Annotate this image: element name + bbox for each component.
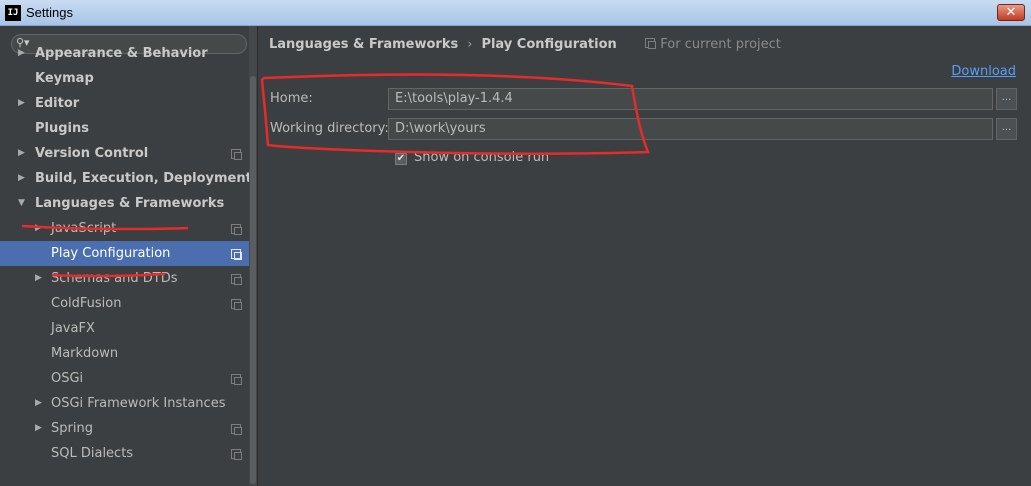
working-directory-label: Working directory: <box>270 121 389 136</box>
breadcrumb: Languages & Frameworks › Play Configuratio… <box>269 37 781 52</box>
window-title: Settings <box>26 5 73 20</box>
sidebar-item[interactable]: SQL Dialects <box>0 441 257 466</box>
project-scope-icon <box>231 299 242 310</box>
sidebar-item-label: Spring <box>51 421 93 436</box>
collapsed-arrow-icon[interactable]: ▶ <box>18 166 25 191</box>
project-scope-icon <box>231 274 242 285</box>
sidebar-item-label: Version Control <box>35 146 149 161</box>
sidebar-item[interactable]: ▶ OSGi Framework Instances <box>0 391 257 416</box>
project-scope-icon <box>645 38 657 49</box>
sidebar-item-label: Appearance & Behavior <box>35 46 208 61</box>
collapsed-arrow-icon[interactable]: ▶ <box>35 266 42 291</box>
collapsed-arrow-icon[interactable]: ▶ <box>35 416 42 441</box>
close-button[interactable]: ✕ <box>997 4 1025 21</box>
sidebar-item[interactable]: ▶ Schemas and DTDs <box>0 266 257 291</box>
title-bar: IJ Settings ✕ <box>0 0 1031 26</box>
sidebar-item[interactable]: Keymap <box>0 66 257 91</box>
collapsed-arrow-icon[interactable]: ▶ <box>18 141 25 166</box>
show-on-console-label[interactable]: Show on console run <box>414 150 549 165</box>
settings-sidebar: ⚲▾ ▶ Appearance & Behavior Keymap ▶ Editor Pl… <box>0 26 257 486</box>
scope-label: For current project <box>660 37 781 52</box>
sidebar-item-label: ColdFusion <box>51 296 122 311</box>
sidebar-item-label: Keymap <box>35 71 94 86</box>
sidebar-item-label: Build, Execution, Deployment <box>35 171 252 186</box>
scope-indicator: For current project <box>645 37 781 52</box>
home-label: Home: <box>270 91 313 106</box>
sidebar-item-label: OSGi <box>51 371 84 386</box>
project-scope-icon <box>231 449 242 460</box>
sidebar-item-label: JavaFX <box>51 321 95 336</box>
sidebar-item[interactable]: ▶ Spring <box>0 416 257 441</box>
collapsed-arrow-icon[interactable]: ▶ <box>35 391 42 416</box>
collapsed-arrow-icon[interactable]: ▶ <box>18 91 25 116</box>
sidebar-item-label: Play Configuration <box>51 246 171 261</box>
breadcrumb-current: Play Configuration <box>481 37 617 52</box>
collapsed-arrow-icon[interactable]: ▶ <box>35 216 42 241</box>
project-scope-icon <box>231 249 242 260</box>
sidebar-item[interactable]: ColdFusion <box>0 291 257 316</box>
sidebar-item[interactable]: ▶ JavaScript <box>0 216 257 241</box>
project-scope-icon <box>231 424 242 435</box>
project-scope-icon <box>231 149 242 160</box>
sidebar-item[interactable]: ▶ Editor <box>0 91 257 116</box>
close-icon: ✕ <box>1005 5 1017 20</box>
download-link[interactable]: Download <box>951 64 1016 79</box>
expanded-arrow-icon[interactable]: ▼ <box>18 191 25 216</box>
sidebar-item[interactable]: OSGi <box>0 366 257 391</box>
project-scope-icon <box>231 374 242 385</box>
sidebar-item[interactable]: ▶ Appearance & Behavior <box>0 41 257 66</box>
breadcrumb-separator: › <box>467 37 473 52</box>
sidebar-item[interactable]: Play Configuration <box>0 241 257 266</box>
home-browse-button[interactable]: ... <box>996 88 1017 110</box>
project-scope-icon <box>231 224 242 235</box>
sidebar-scrollbar-thumb[interactable] <box>250 76 256 484</box>
sidebar-item-label: SQL Dialects <box>51 446 134 461</box>
sidebar-item-label: Schemas and DTDs <box>51 271 178 286</box>
collapsed-arrow-icon[interactable]: ▶ <box>18 41 25 66</box>
show-on-console-checkbox[interactable]: ✔ <box>395 153 407 165</box>
sidebar-item[interactable]: ▼ Languages & Frameworks <box>0 191 257 216</box>
working-directory-browse-button[interactable]: ... <box>996 118 1017 140</box>
home-input[interactable]: E:\tools\play-1.4.4 <box>388 88 993 110</box>
sidebar-item[interactable]: Plugins <box>0 116 257 141</box>
settings-content: Languages & Frameworks › Play Configuratio… <box>258 26 1031 486</box>
intellij-app-icon: IJ <box>5 5 21 21</box>
sidebar-item[interactable]: Markdown <box>0 341 257 366</box>
sidebar-item-label: JavaScript <box>51 221 117 236</box>
sidebar-item-label: Editor <box>35 96 80 111</box>
sidebar-item-label: Plugins <box>35 121 89 136</box>
sidebar-item[interactable]: JavaFX <box>0 316 257 341</box>
sidebar-item-label: Markdown <box>51 346 119 361</box>
sidebar-item-label: Languages & Frameworks <box>35 196 225 211</box>
working-directory-input[interactable]: D:\work\yours <box>388 118 993 140</box>
breadcrumb-parent: Languages & Frameworks <box>269 37 459 52</box>
sidebar-item[interactable]: ▶ Version Control <box>0 141 257 166</box>
sidebar-item[interactable]: ▶ Build, Execution, Deployment <box>0 166 257 191</box>
sidebar-item-label: OSGi Framework Instances <box>51 396 226 411</box>
